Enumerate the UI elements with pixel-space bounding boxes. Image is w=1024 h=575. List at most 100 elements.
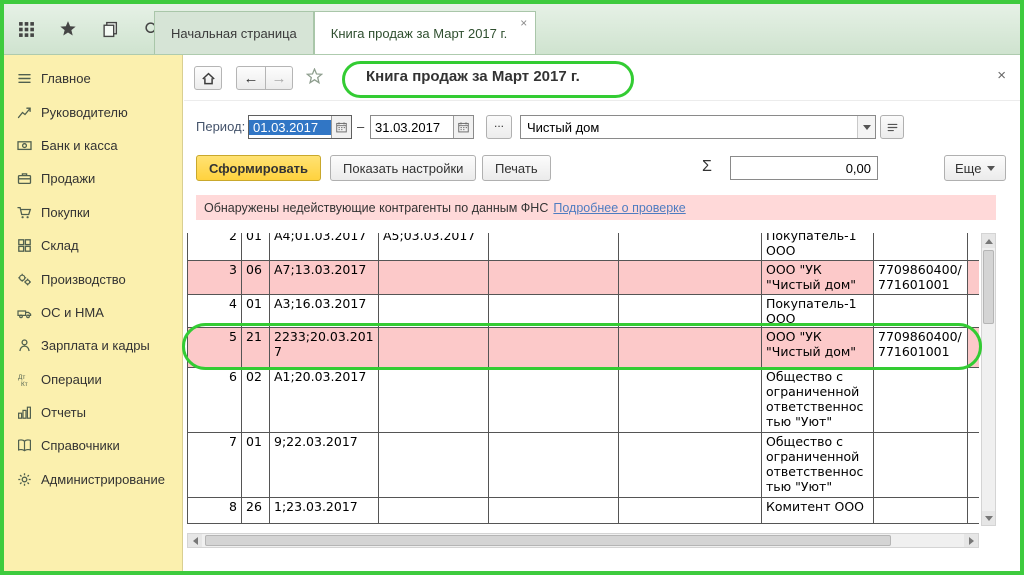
sidebar-item-label: Покупки bbox=[41, 205, 90, 220]
cell-inn-kpp: 7709860400/771601001 bbox=[874, 261, 968, 295]
forward-button[interactable]: → bbox=[265, 66, 293, 90]
sidebar-item-label: Администрирование bbox=[41, 472, 165, 487]
show-settings-button[interactable]: Показать настройки bbox=[330, 155, 476, 181]
period-options-button[interactable]: ... bbox=[486, 115, 512, 139]
close-tab-icon[interactable]: × bbox=[520, 16, 527, 30]
sales-book-table: 2 01 А4;01.03.2017 А5;03.03.2017 Покупат… bbox=[187, 233, 979, 524]
sidebar-item-sales[interactable]: Продажи bbox=[4, 162, 182, 195]
table-row[interactable]: 4 01 А3;16.03.2017 Покупатель-1 ООО bbox=[188, 295, 980, 328]
favorites-star-icon[interactable] bbox=[58, 19, 78, 39]
sidebar-item-production[interactable]: Производство bbox=[4, 262, 182, 295]
sidebar-item-label: ОС и НМА bbox=[41, 305, 104, 320]
apps-grid-icon[interactable] bbox=[16, 19, 36, 39]
form-header: ← → Книга продаж за Март 2017 г. × bbox=[184, 55, 1020, 101]
calendar-icon[interactable] bbox=[453, 116, 473, 138]
calendar-icon[interactable] bbox=[331, 116, 351, 138]
print-button[interactable]: Печать bbox=[482, 155, 551, 181]
sidebar-item-label: Склад bbox=[41, 238, 79, 253]
sidebar: Главное Руководителю Банк и касса Продаж… bbox=[4, 55, 183, 571]
close-form-icon[interactable]: × bbox=[997, 67, 1006, 84]
table-row-flagged[interactable]: 3 06 А7;13.03.2017 ООО "УК "Чистый дом" … bbox=[188, 261, 980, 295]
chevron-down-icon bbox=[987, 166, 995, 175]
scroll-right-icon[interactable] bbox=[964, 534, 978, 547]
copy-icon[interactable] bbox=[100, 19, 120, 39]
cell-buyer: ООО "УК "Чистый дом" bbox=[762, 261, 874, 295]
sidebar-item-bank-cash[interactable]: Банк и касса bbox=[4, 129, 182, 162]
sidebar-item-label: Банк и касса bbox=[41, 138, 118, 153]
svg-text:Дт: Дт bbox=[18, 374, 25, 381]
home-button[interactable] bbox=[194, 66, 222, 90]
favorite-star-icon[interactable] bbox=[306, 68, 323, 90]
horizontal-scrollbar[interactable] bbox=[187, 533, 979, 548]
sidebar-item-reports[interactable]: Отчеты bbox=[4, 396, 182, 429]
table-row[interactable]: 2 01 А4;01.03.2017 А5;03.03.2017 Покупат… bbox=[188, 233, 980, 261]
book-icon bbox=[17, 438, 32, 453]
cell-operation-code: 02 bbox=[242, 368, 270, 433]
generate-button[interactable]: Сформировать bbox=[196, 155, 321, 181]
sum-field[interactable]: 0,00 bbox=[730, 156, 878, 180]
sidebar-item-label: Главное bbox=[41, 71, 91, 86]
scroll-up-icon[interactable] bbox=[982, 234, 995, 248]
cell-operation-code: 01 bbox=[242, 233, 270, 261]
cell-empty bbox=[619, 233, 762, 261]
back-button[interactable]: ← bbox=[236, 66, 266, 90]
horizontal-scroll-thumb[interactable] bbox=[205, 535, 891, 546]
period-dash: – bbox=[357, 119, 364, 134]
table-row[interactable]: 7 01 9;22.03.2017 Общество с ограниченно… bbox=[188, 433, 980, 498]
counterparty-combo[interactable]: Чистый дом bbox=[520, 115, 876, 139]
sidebar-item-operations[interactable]: ДтКт Операции bbox=[4, 363, 182, 396]
sidebar-item-administration[interactable]: Администрирование bbox=[4, 463, 182, 496]
cell-buyer: Покупатель-1 ООО bbox=[762, 295, 874, 328]
sidebar-item-warehouse[interactable]: Склад bbox=[4, 229, 182, 262]
choose-from-list-button[interactable] bbox=[880, 115, 904, 139]
cell-correction bbox=[379, 433, 489, 498]
cell-invoice: 9;22.03.2017 bbox=[270, 433, 379, 498]
cell-correction bbox=[379, 295, 489, 328]
cell-operation-code: 01 bbox=[242, 433, 270, 498]
cell-invoice: 2233;20.03.2017 bbox=[270, 328, 379, 368]
actions-row: Сформировать Показать настройки Печать Σ… bbox=[184, 151, 1020, 187]
page-title: Книга продаж за Март 2017 г. bbox=[366, 68, 580, 85]
tab-sales-book[interactable]: Книга продаж за Март 2017 г. × bbox=[314, 11, 536, 54]
sidebar-item-payroll-hr[interactable]: Зарплата и кадры bbox=[4, 329, 182, 362]
sidebar-item-fixed-assets[interactable]: ОС и НМА bbox=[4, 296, 182, 329]
scroll-left-icon[interactable] bbox=[188, 534, 202, 547]
pallet-icon bbox=[17, 238, 32, 253]
sidebar-item-purchases[interactable]: Покупки bbox=[4, 196, 182, 229]
cell-empty bbox=[968, 233, 980, 261]
tab-bar: Начальная страница Книга продаж за Март … bbox=[154, 11, 536, 54]
more-button[interactable]: Еще bbox=[944, 155, 1006, 181]
cell-correction bbox=[379, 498, 489, 524]
vertical-scrollbar[interactable] bbox=[981, 233, 996, 526]
sidebar-item-directories[interactable]: Справочники bbox=[4, 429, 182, 462]
warning-details-link[interactable]: Подробнее о проверке bbox=[553, 201, 685, 215]
cart-icon bbox=[17, 205, 32, 220]
sidebar-item-label: Зарплата и кадры bbox=[41, 338, 150, 353]
tab-home-page[interactable]: Начальная страница bbox=[154, 11, 314, 54]
cell-empty bbox=[968, 261, 980, 295]
period-to-field[interactable]: 31.03.2017 bbox=[370, 115, 474, 139]
table-row[interactable]: 8 26 1;23.03.2017 Комитент ООО bbox=[188, 498, 980, 524]
sidebar-item-manager[interactable]: Руководителю bbox=[4, 95, 182, 128]
vertical-scroll-thumb[interactable] bbox=[983, 250, 994, 324]
table-row[interactable]: 6 02 А1;20.03.2017 Общество с ограниченн… bbox=[188, 368, 980, 433]
cell-empty bbox=[489, 261, 619, 295]
period-from-field[interactable]: 01.03.2017 bbox=[248, 115, 352, 139]
cell-row-number: 8 bbox=[188, 498, 242, 524]
top-bar: Начальная страница Книга продаж за Март … bbox=[4, 4, 1020, 55]
sidebar-item-label: Производство bbox=[41, 272, 126, 287]
scroll-down-icon[interactable] bbox=[982, 511, 995, 525]
sidebar-item-label: Справочники bbox=[41, 438, 120, 453]
cell-correction bbox=[379, 328, 489, 368]
cell-empty bbox=[968, 328, 980, 368]
gear-icon bbox=[17, 472, 32, 487]
cell-invoice: А7;13.03.2017 bbox=[270, 261, 379, 295]
cell-row-number: 6 bbox=[188, 368, 242, 433]
cell-buyer: ООО "УК "Чистый дом" bbox=[762, 328, 874, 368]
chevron-down-icon[interactable] bbox=[857, 116, 875, 138]
table-row-flagged-selected[interactable]: 5 21 2233;20.03.2017 ООО "УК "Чистый дом… bbox=[188, 328, 980, 368]
sidebar-item-main[interactable]: Главное bbox=[4, 62, 182, 95]
cell-inn-kpp bbox=[874, 233, 968, 261]
person-icon bbox=[17, 338, 32, 353]
cell-operation-code: 26 bbox=[242, 498, 270, 524]
